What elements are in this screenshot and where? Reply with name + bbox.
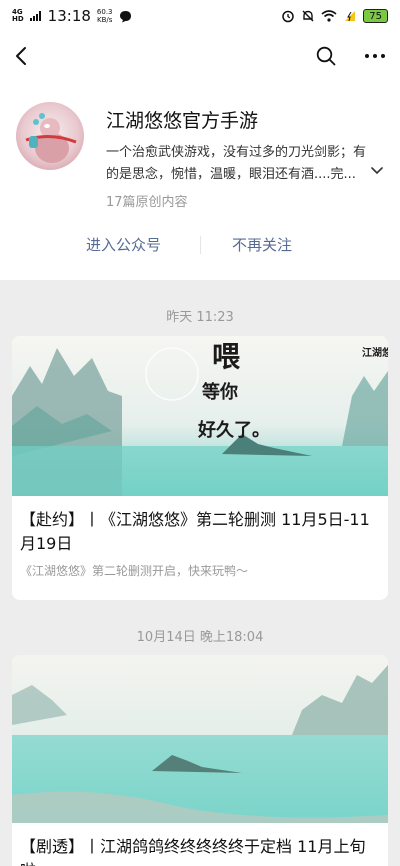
article-title[interactable]: 【剧透】丨江湖鸽鸽终终终终终于定档 11月上旬啦～ <box>12 823 388 866</box>
article-title[interactable]: 【赴约】丨《江湖悠悠》第二轮删测 11月5日-11月19日 <box>12 496 388 556</box>
cover-text-line3: 好久了。 <box>197 419 270 441</box>
message-timestamp: 10月14日 晚上18:04 <box>136 630 264 645</box>
cover-text-line1: 喂 <box>212 340 241 373</box>
article-summary: 《江湖悠悠》第二轮删测开启，快来玩鸭～ <box>20 564 249 578</box>
search-icon[interactable] <box>316 46 336 66</box>
gourd-mascot-icon <box>25 113 77 163</box>
description-line: 的是思念，惋惜，温暖，眼泪还有酒....完... <box>106 167 356 182</box>
speed-unit: KB/s <box>97 16 113 24</box>
network-indicator: 4G HD <box>12 9 24 23</box>
article-card[interactable]: 喂 等你 好久了。 江湖悠悠 【赴约】丨《江湖悠悠》第二轮删测 11月5日-11… <box>12 336 388 600</box>
speed-value: 60.3 <box>96 8 113 16</box>
article-cover-image[interactable] <box>12 655 388 823</box>
original-article-count: 17篇原创内容 <box>106 195 188 210</box>
more-dots-icon[interactable] <box>364 53 386 59</box>
signal-icon <box>29 11 41 21</box>
network-speed: 60.3 KB/s <box>97 8 113 24</box>
enter-account-button[interactable]: 进入公众号 <box>86 234 161 255</box>
nav-bar <box>0 32 400 80</box>
unfollow-button[interactable]: 不再关注 <box>232 234 292 255</box>
mute-icon <box>302 10 314 22</box>
account-description: 一个治愈武侠游戏，没有过多的刀光剑影；有 的是思念，惋惜，温暖，眼泪还有酒...… <box>106 142 388 186</box>
account-name: 江湖悠悠官方手游 <box>106 110 259 132</box>
article-cover-image[interactable]: 喂 等你 好久了。 江湖悠悠 <box>12 336 388 496</box>
network-sub: HD <box>12 15 24 23</box>
alarm-icon <box>282 10 295 23</box>
status-time: 13:18 <box>47 7 91 25</box>
seascape-cover-illustration <box>12 655 388 823</box>
charging-icon <box>345 11 356 22</box>
cover-text-line2: 等你 <box>202 381 238 403</box>
article-card[interactable]: 【剧透】丨江湖鸽鸽终终终终终于定档 11月上旬啦～ <box>12 655 388 866</box>
account-profile: 江湖悠悠官方手游 一个治愈武侠游戏，没有过多的刀光剑影；有 的是思念，惋惜，温暖… <box>0 80 400 280</box>
status-bar: 4G HD 13:18 60.3 KB/s 75 <box>0 0 400 32</box>
battery-level: 75 <box>363 9 388 23</box>
wifi-icon <box>321 10 337 22</box>
chevron-down-icon[interactable] <box>370 166 384 176</box>
landscape-cover-illustration: 喂 等你 好久了。 江湖悠悠 <box>12 336 388 496</box>
message-icon <box>119 10 131 22</box>
back-arrow-icon[interactable] <box>14 46 28 66</box>
cover-logo-text: 江湖悠悠 <box>362 346 388 359</box>
message-timestamp: 昨天 11:23 <box>166 310 234 325</box>
account-avatar[interactable] <box>16 102 84 170</box>
description-line: 一个治愈武侠游戏，没有过多的刀光剑影；有 <box>106 145 367 160</box>
account-actions: 进入公众号 不再关注 <box>0 230 400 260</box>
action-divider <box>200 236 201 254</box>
